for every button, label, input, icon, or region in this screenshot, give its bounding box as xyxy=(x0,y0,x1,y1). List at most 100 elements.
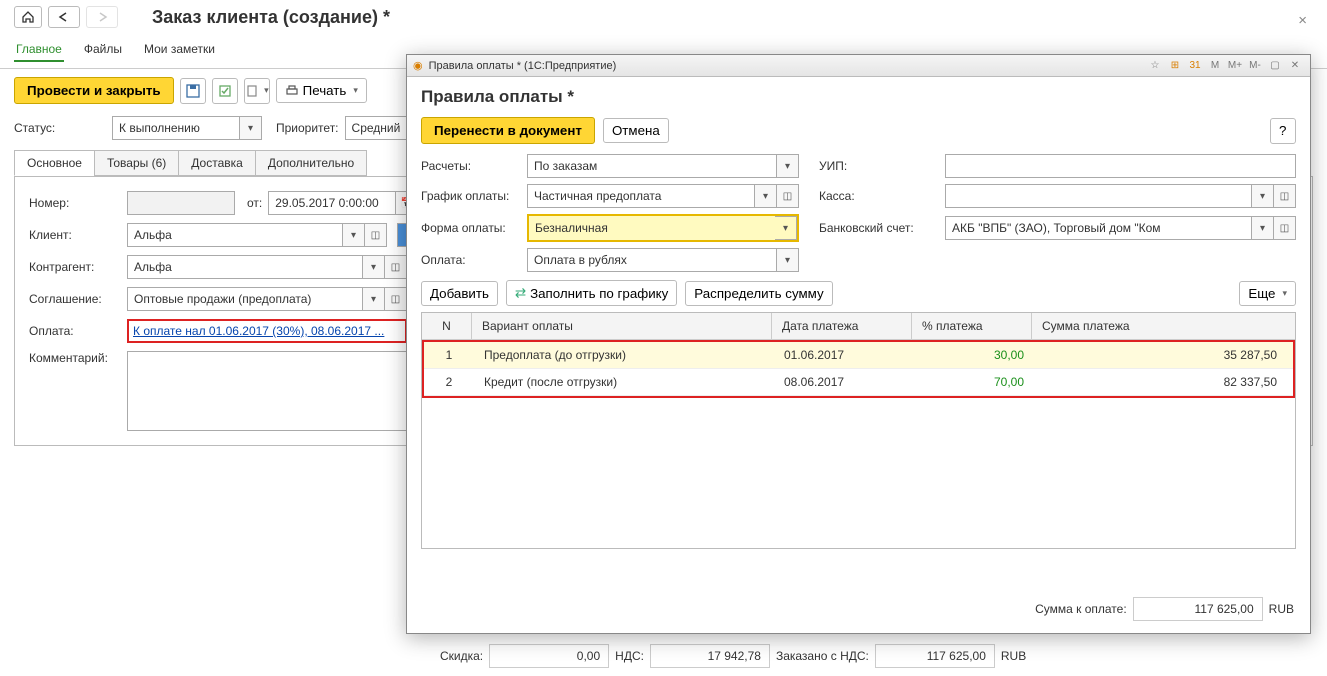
uip-label: УИП: xyxy=(819,159,937,173)
table-row[interactable]: 1 Предоплата (до отгрузки) 01.06.2017 30… xyxy=(424,342,1293,369)
open-icon[interactable]: ◫ xyxy=(1274,216,1296,240)
dropdown-icon[interactable]: ▾ xyxy=(240,116,262,140)
transfer-button[interactable]: Перенести в документ xyxy=(421,117,595,144)
footer: Скидка: 0,00 НДС: 17 942,78 Заказано с Н… xyxy=(440,644,1026,668)
comment-label: Комментарий: xyxy=(29,351,121,365)
favorite-icon[interactable]: ☆ xyxy=(1146,58,1164,74)
m-icon[interactable]: M xyxy=(1206,58,1224,74)
post-button[interactable] xyxy=(212,78,238,104)
status-select[interactable]: К выполнению xyxy=(112,116,240,140)
tab-files[interactable]: Файлы xyxy=(82,38,124,62)
page-title: Заказ клиента (создание) * xyxy=(152,7,390,28)
distribute-button[interactable]: Распределить сумму xyxy=(685,281,832,306)
bank-field[interactable]: АКБ "ВПБ" (ЗАО), Торговый дом "Ком xyxy=(945,216,1252,240)
cell-date: 08.06.2017 xyxy=(774,369,914,395)
forward-button[interactable] xyxy=(86,6,118,28)
cell-date: 01.06.2017 xyxy=(774,342,914,368)
cell-sum: 82 337,50 xyxy=(1034,369,1293,395)
subtab-additional[interactable]: Дополнительно xyxy=(255,150,367,176)
payment-label: Оплата: xyxy=(29,324,121,338)
m-plus-icon[interactable]: M+ xyxy=(1226,58,1244,74)
add-button[interactable]: Добавить xyxy=(421,281,498,306)
number-label: Номер: xyxy=(29,196,121,210)
calc-label: Расчеты: xyxy=(421,159,519,173)
close-button[interactable]: × xyxy=(1298,12,1307,29)
payment-link[interactable]: К оплате нал 01.06.2017 (30%), 08.06.201… xyxy=(133,324,384,338)
cell-percent: 70,00 xyxy=(914,369,1034,395)
payform-label: Форма оплаты: xyxy=(421,221,519,235)
dropdown-icon[interactable]: ▾ xyxy=(363,255,385,279)
comment-field[interactable] xyxy=(127,351,407,431)
dropdown-icon[interactable]: ▾ xyxy=(363,287,385,311)
th-n[interactable]: N xyxy=(422,313,472,339)
dropdown-icon[interactable]: ▾ xyxy=(775,216,797,240)
dropdown-icon[interactable]: ▾ xyxy=(777,154,799,178)
print-label: Печать xyxy=(303,83,347,98)
subtab-basic[interactable]: Основное xyxy=(14,150,95,176)
th-date[interactable]: Дата платежа xyxy=(772,313,912,339)
payment-link-wrap: К оплате нал 01.06.2017 (30%), 08.06.201… xyxy=(127,319,407,343)
ordered-label: Заказано с НДС: xyxy=(776,649,869,663)
th-percent[interactable]: % платежа xyxy=(912,313,1032,339)
discount-value: 0,00 xyxy=(489,644,609,668)
back-button[interactable] xyxy=(48,6,80,28)
save-icon xyxy=(186,84,200,98)
open-icon[interactable]: ◫ xyxy=(385,255,407,279)
cell-variant: Кредит (после отгрузки) xyxy=(474,369,774,395)
create-based-button[interactable] xyxy=(244,78,270,104)
th-variant[interactable]: Вариант оплаты xyxy=(472,313,772,339)
document-icon xyxy=(245,84,257,98)
agreement-label: Соглашение: xyxy=(29,292,121,306)
from-label: от: xyxy=(247,196,262,210)
save-button[interactable] xyxy=(180,78,206,104)
tab-notes[interactable]: Мои заметки xyxy=(142,38,217,62)
dropdown-icon[interactable]: ▾ xyxy=(1252,216,1274,240)
home-button[interactable] xyxy=(14,6,42,28)
dropdown-icon[interactable]: ▾ xyxy=(1252,184,1274,208)
modal-payment-rules: ◉ Правила оплаты * (1С:Предприятие) ☆ ⊞ … xyxy=(406,54,1311,634)
kassa-field[interactable] xyxy=(945,184,1252,208)
client-field[interactable]: Альфа xyxy=(127,223,343,247)
app-icon: ◉ xyxy=(413,59,423,72)
sched-select[interactable]: Частичная предоплата xyxy=(527,184,755,208)
dropdown-icon[interactable]: ▾ xyxy=(343,223,365,247)
dropdown-icon[interactable]: ▾ xyxy=(755,184,777,208)
modal-window-title: Правила оплаты * (1С:Предприятие) xyxy=(429,60,617,72)
cancel-button[interactable]: Отмена xyxy=(603,118,669,143)
post-close-button[interactable]: Провести и закрыть xyxy=(14,77,174,104)
open-icon[interactable]: ◫ xyxy=(777,184,799,208)
dropdown-icon[interactable]: ▾ xyxy=(777,248,799,272)
open-icon[interactable]: ◫ xyxy=(1274,184,1296,208)
pay-select[interactable]: Оплата в рублях xyxy=(527,248,777,272)
payform-select[interactable]: Безналичная xyxy=(529,216,775,240)
th-sum[interactable]: Сумма платежа xyxy=(1032,313,1295,339)
agreement-field[interactable]: Оптовые продажи (предоплата) xyxy=(127,287,363,311)
cell-n: 2 xyxy=(424,369,474,395)
uip-field[interactable] xyxy=(945,154,1296,178)
fill-button[interactable]: ⇄Заполнить по графику xyxy=(506,280,677,306)
vat-label: НДС: xyxy=(615,649,644,663)
number-field xyxy=(127,191,235,215)
calc-select[interactable]: По заказам xyxy=(527,154,777,178)
sched-label: График оплаты: xyxy=(421,189,519,203)
kassa-label: Касса: xyxy=(819,189,937,203)
print-button[interactable]: Печать xyxy=(276,78,367,103)
modal-titlebar[interactable]: ◉ Правила оплаты * (1С:Предприятие) ☆ ⊞ … xyxy=(407,55,1310,77)
open-icon[interactable]: ◫ xyxy=(365,223,387,247)
date-field[interactable]: 29.05.2017 0:00:00 xyxy=(268,191,396,215)
m-minus-icon[interactable]: M- xyxy=(1246,58,1264,74)
open-icon[interactable]: ◫ xyxy=(385,287,407,311)
close-icon[interactable]: ✕ xyxy=(1286,58,1304,74)
minimize-icon[interactable]: ▢ xyxy=(1266,58,1284,74)
total-currency: RUB xyxy=(1269,602,1294,616)
fill-icon: ⇄ xyxy=(515,285,526,301)
calculator-icon[interactable]: ⊞ xyxy=(1166,58,1184,74)
more-button[interactable]: Еще xyxy=(1239,281,1296,306)
tab-main[interactable]: Главное xyxy=(14,38,64,62)
table-row[interactable]: 2 Кредит (после отгрузки) 08.06.2017 70,… xyxy=(424,369,1293,396)
calendar-icon[interactable]: 31 xyxy=(1186,58,1204,74)
subtab-goods[interactable]: Товары (6) xyxy=(94,150,179,176)
subtab-delivery[interactable]: Доставка xyxy=(178,150,256,176)
counterparty-field[interactable]: Альфа xyxy=(127,255,363,279)
help-button[interactable]: ? xyxy=(1270,118,1296,144)
